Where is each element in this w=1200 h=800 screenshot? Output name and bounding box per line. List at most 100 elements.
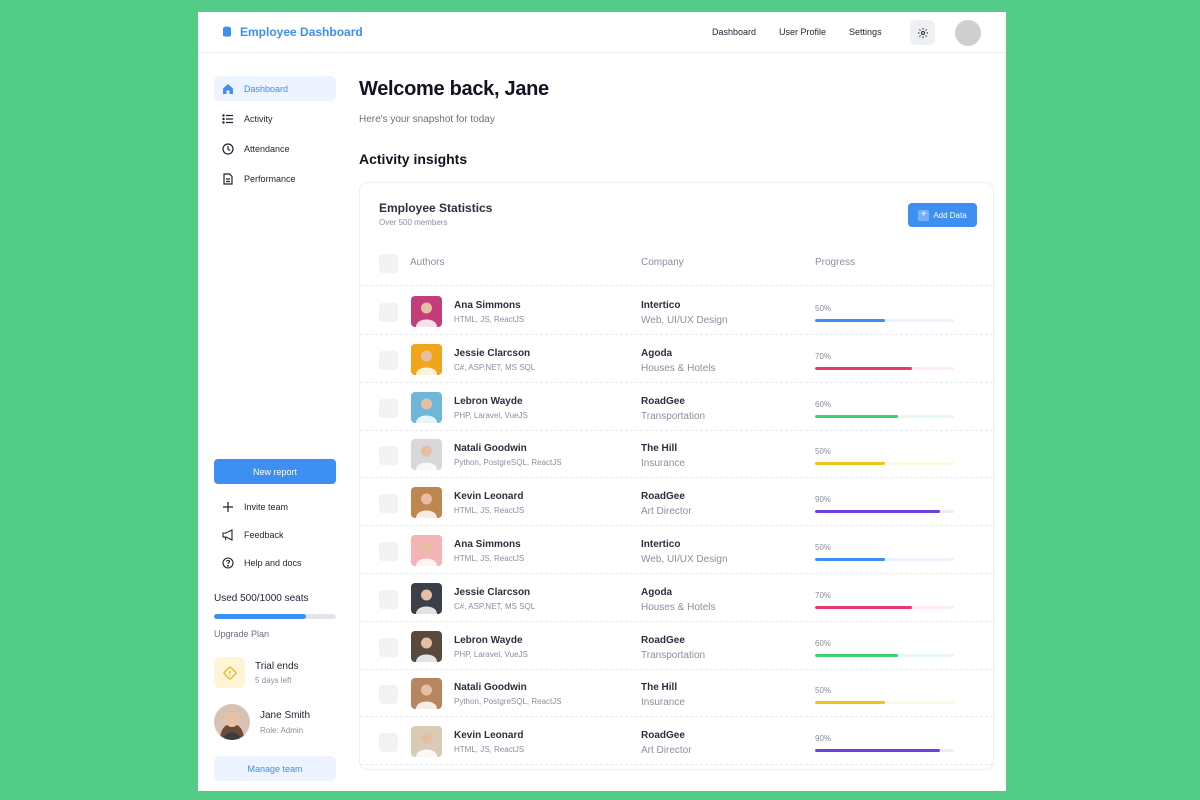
table-row[interactable]: Jessie Clarcson C#, ASP.NET, MS SQL Agoda H… xyxy=(360,335,993,383)
trial-days-left: 5 days left xyxy=(255,676,292,685)
company-name: RoadGee xyxy=(641,730,685,742)
author-name[interactable]: Ana Simmons xyxy=(454,300,521,311)
manage-team-button[interactable]: Manage team xyxy=(214,756,336,781)
company-name: The Hill xyxy=(641,443,678,455)
sidebar-item-dashboard[interactable]: Dashboard xyxy=(214,76,336,101)
clock-icon xyxy=(222,142,234,155)
author-portrait xyxy=(411,391,442,423)
top-nav-user-profile[interactable]: User Profile xyxy=(779,27,826,37)
table-row[interactable]: Natali Goodwin Python, PostgreSQL, ReactJ… xyxy=(360,669,993,718)
row-checkbox[interactable] xyxy=(379,446,398,466)
progress-bar xyxy=(815,414,954,418)
progress-label: 60% xyxy=(815,399,832,409)
company-industry: Houses & Hotels xyxy=(641,362,716,374)
author-portrait xyxy=(411,296,442,327)
progress-fill xyxy=(815,653,899,657)
author-avatar xyxy=(411,726,442,758)
current-user-name: Jane Smith xyxy=(260,710,311,721)
help-docs-link[interactable]: Help and docs xyxy=(222,557,302,569)
top-nav-dashboard[interactable]: Dashboard xyxy=(712,27,756,37)
invite-team-link[interactable]: Invite team xyxy=(222,501,288,513)
author-portrait xyxy=(411,678,442,710)
row-checkbox[interactable] xyxy=(379,350,398,370)
add-data-button[interactable]: + Add Data xyxy=(908,203,977,227)
feedback-link[interactable]: Feedback xyxy=(222,529,284,541)
author-avatar xyxy=(411,487,442,519)
new-report-button[interactable]: New report xyxy=(214,459,336,484)
column-header-progress[interactable]: Progress xyxy=(815,257,855,268)
table-row[interactable]: Jessie Clarcson C#, ASP.NET, MS SQL Agoda H… xyxy=(360,574,993,622)
author-name[interactable]: Kevin Leonard xyxy=(454,730,523,741)
progress-label: 70% xyxy=(815,351,832,361)
author-name[interactable]: Lebron Wayde xyxy=(454,396,523,407)
current-user-avatar[interactable] xyxy=(214,704,250,740)
table-row[interactable]: Kevin Leonard HTML, JS, ReactJS RoadGee Art… xyxy=(360,478,993,527)
sidebar-item-attendance[interactable]: Attendance xyxy=(214,136,336,161)
column-header-company[interactable]: Company xyxy=(641,257,684,268)
author-portrait xyxy=(411,630,442,662)
author-name[interactable]: Ana Simmons xyxy=(454,539,521,550)
progress-fill xyxy=(815,319,885,322)
author-name[interactable]: Natali Goodwin xyxy=(454,682,527,693)
sidebar-item-performance[interactable]: Performance xyxy=(214,166,336,191)
top-nav-settings[interactable]: Settings xyxy=(849,27,882,37)
column-header-authors[interactable]: Authors xyxy=(410,257,444,268)
upgrade-plan-link[interactable]: Upgrade Plan xyxy=(214,629,269,639)
progress-label: 70% xyxy=(815,590,832,600)
progress-label: 90% xyxy=(815,495,832,505)
table-row[interactable]: Lebron Wayde PHP, Laravel, VueJS RoadGee Tr… xyxy=(360,622,993,670)
author-name[interactable]: Kevin Leonard xyxy=(454,491,523,502)
table-row[interactable]: Kevin Leonard HTML, JS, ReactJS RoadGee Art… xyxy=(360,717,993,766)
author-name[interactable]: Jessie Clarcson xyxy=(454,348,530,359)
top-nav: Dashboard User Profile Settings xyxy=(712,27,882,37)
brand[interactable]: Employee Dashboard xyxy=(222,25,363,39)
row-checkbox[interactable] xyxy=(379,542,398,561)
author-avatar xyxy=(411,391,442,423)
author-avatar xyxy=(411,630,442,662)
author-name[interactable]: Jessie Clarcson xyxy=(454,587,530,598)
table-row[interactable]: Ana Simmons HTML, JS, ReactJS Intertico Web… xyxy=(360,526,993,574)
current-user-role: Role: Admin xyxy=(260,726,304,735)
progress-bar xyxy=(815,366,954,370)
invite-team-label: Invite team xyxy=(244,502,289,512)
trial-title: Trial ends xyxy=(255,661,299,672)
table-row[interactable]: Lebron Wayde PHP, Laravel, VueJS RoadGee Tr… xyxy=(360,383,993,431)
table-row[interactable]: Natali Goodwin Python, PostgreSQL, ReactJ… xyxy=(360,430,993,479)
settings-button[interactable] xyxy=(910,20,935,45)
company-name: Agoda xyxy=(641,347,673,359)
row-checkbox[interactable] xyxy=(379,733,398,753)
author-name[interactable]: Lebron Wayde xyxy=(454,635,523,646)
company-industry: Insurance xyxy=(641,458,685,470)
sidebar-item-label: Attendance xyxy=(244,143,290,154)
author-name[interactable]: Natali Goodwin xyxy=(454,443,527,454)
row-checkbox[interactable] xyxy=(379,637,398,657)
user-portrait xyxy=(214,704,250,740)
company-industry: Web, UI/UX Design xyxy=(641,554,728,565)
app-title: Employee Dashboard xyxy=(240,25,363,39)
seats-progress-fill xyxy=(214,614,306,619)
author-portrait xyxy=(411,439,442,471)
sidebar-item-activity[interactable]: Activity xyxy=(214,106,336,131)
sidebar: Dashboard Activity Attendance Performanc… xyxy=(214,76,336,781)
select-all-checkbox[interactable] xyxy=(379,254,398,273)
row-checkbox[interactable] xyxy=(379,685,398,705)
progress-label: 50% xyxy=(815,543,832,552)
company-name: RoadGee xyxy=(641,395,685,407)
author-skills: Python, PostgreSQL, ReactJS xyxy=(454,458,562,468)
user-avatar-top[interactable] xyxy=(955,20,981,46)
progress-bar xyxy=(815,653,954,657)
row-checkbox[interactable] xyxy=(379,398,398,418)
company-industry: Web, UI/UX Design xyxy=(641,315,728,326)
table-row[interactable]: Ana Simmons HTML, JS, ReactJS Intertico Web… xyxy=(360,287,993,335)
row-checkbox[interactable] xyxy=(379,494,398,514)
gear-icon xyxy=(917,27,928,38)
row-checkbox[interactable] xyxy=(379,303,398,322)
progress-fill xyxy=(815,605,913,609)
progress-label: 60% xyxy=(815,638,832,648)
page-title: Welcome back, Jane xyxy=(359,78,549,100)
author-skills: C#, ASP.NET, MS SQL xyxy=(454,362,536,372)
row-checkbox[interactable] xyxy=(379,589,398,609)
document-icon xyxy=(223,172,233,185)
company-industry: Transportation xyxy=(641,410,706,422)
seats-usage-label: Used 500/1000 seats xyxy=(214,593,309,604)
